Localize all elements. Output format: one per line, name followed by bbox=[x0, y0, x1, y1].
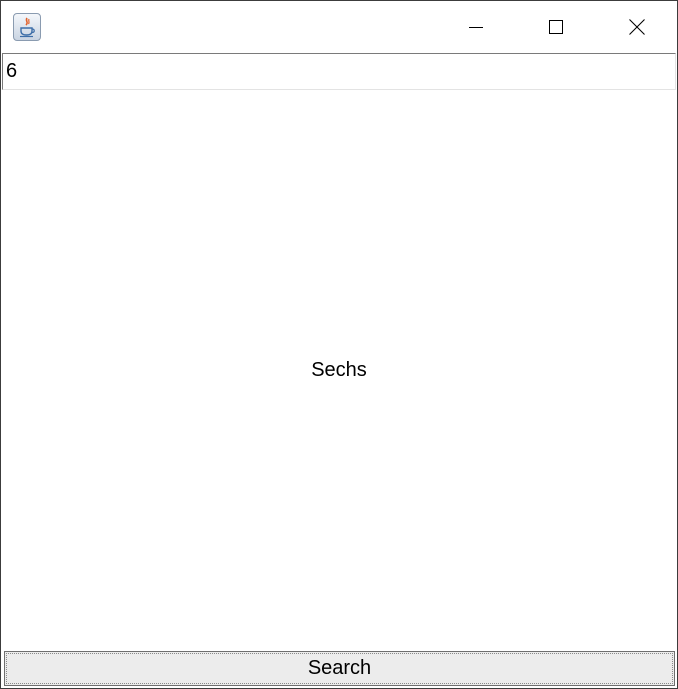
search-button[interactable]: Search bbox=[4, 651, 675, 686]
minimize-button[interactable] bbox=[436, 1, 516, 53]
search-input[interactable] bbox=[2, 53, 676, 90]
result-panel: Sechs bbox=[1, 90, 677, 650]
title-bar[interactable] bbox=[1, 1, 677, 53]
app-window: Sechs Search bbox=[0, 0, 678, 689]
close-icon bbox=[629, 19, 645, 35]
java-icon[interactable] bbox=[13, 13, 41, 41]
result-label: Sechs bbox=[311, 358, 367, 381]
minimize-icon bbox=[469, 27, 483, 28]
maximize-button[interactable] bbox=[516, 1, 596, 53]
maximize-icon bbox=[549, 20, 563, 34]
close-button[interactable] bbox=[597, 1, 677, 53]
